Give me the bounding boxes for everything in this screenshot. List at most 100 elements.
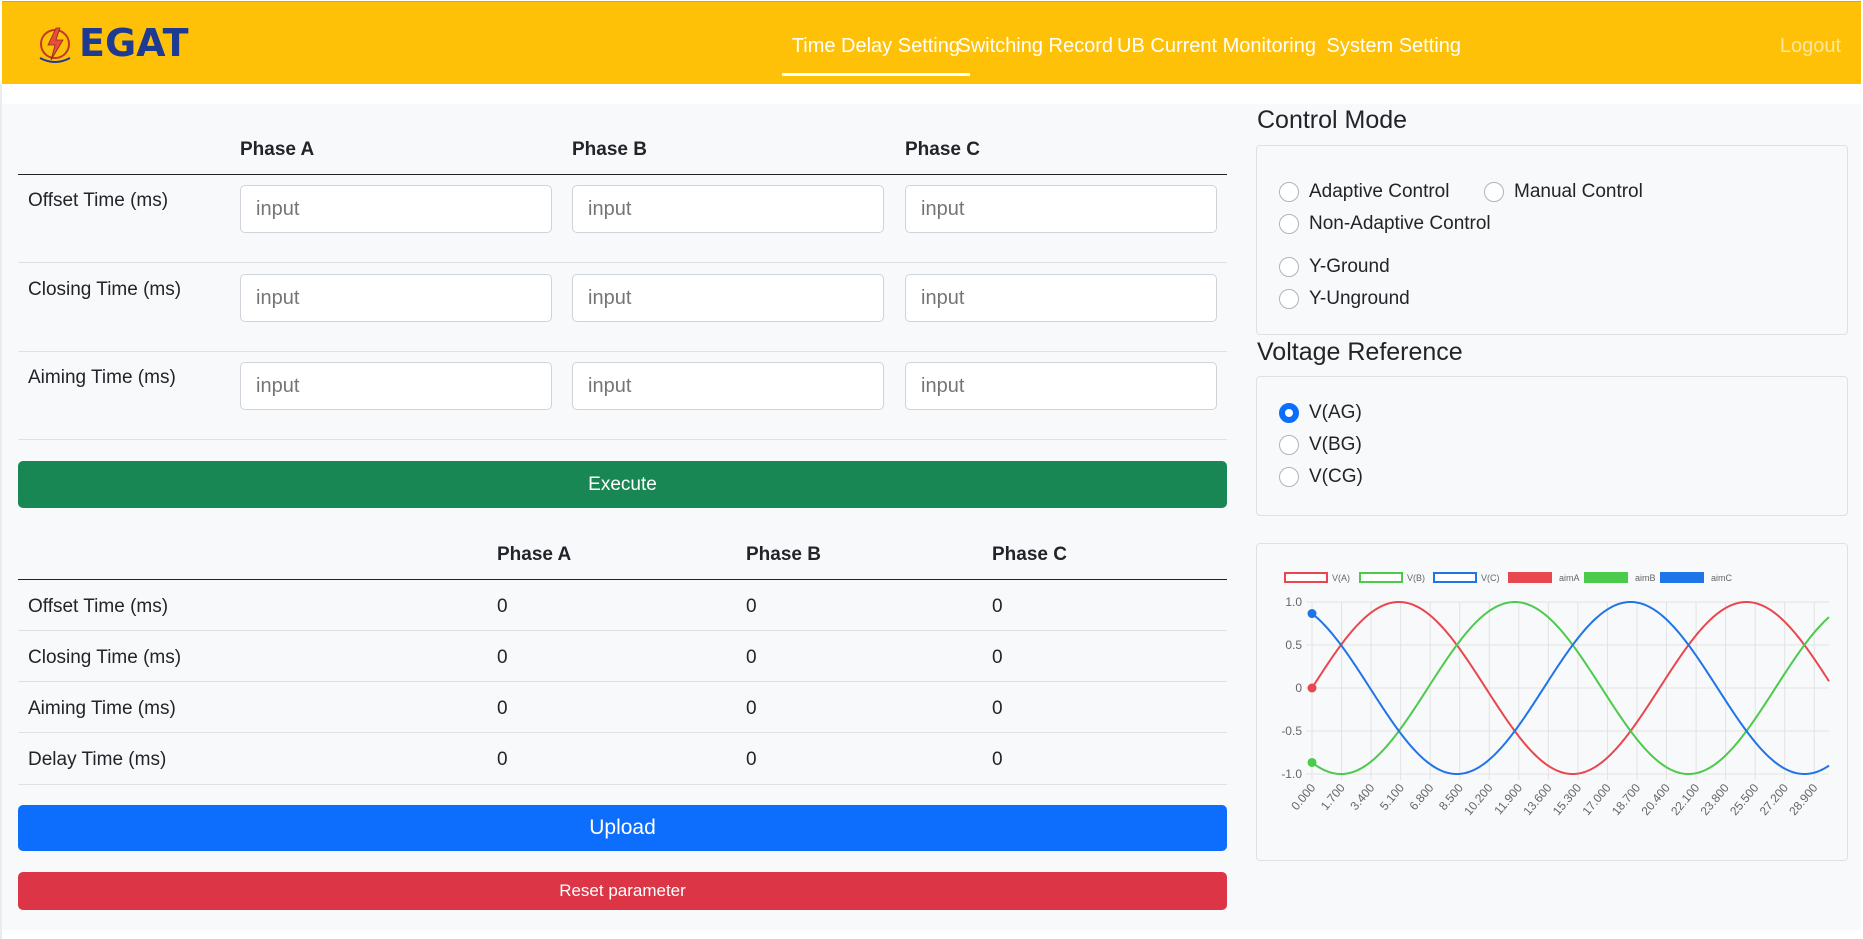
y-tick-label: 0 xyxy=(1295,681,1302,695)
results-header-phase-a: Phase A xyxy=(497,544,572,565)
aiming-time-phase-a-input[interactable] xyxy=(240,362,552,410)
y-tick-label: 0.5 xyxy=(1285,638,1302,652)
radio-circle-icon[interactable] xyxy=(1279,214,1299,234)
aim-point-aimc xyxy=(1307,609,1317,619)
row-divider xyxy=(18,630,1227,631)
legend-label: aimB xyxy=(1635,573,1656,583)
v-cg-radio[interactable]: V(CG) xyxy=(1279,466,1363,488)
voltage-reference-title: Voltage Reference xyxy=(1257,338,1463,366)
radio-label: Adaptive Control xyxy=(1309,181,1450,202)
x-tick-label: 15.300 xyxy=(1550,781,1585,818)
closing-time-phase-c-value: 0 xyxy=(992,647,1003,668)
x-tick-label: 0.000 xyxy=(1288,781,1318,813)
results-row-label: Aiming Time (ms) xyxy=(28,698,176,719)
nav-logout[interactable]: Logout xyxy=(1780,35,1841,58)
radio-circle-icon[interactable] xyxy=(1279,289,1299,309)
radio-circle-icon[interactable] xyxy=(1279,435,1299,455)
offset-time-phase-b-input[interactable] xyxy=(572,185,884,233)
settings-header-phase-b: Phase B xyxy=(572,139,647,160)
upload-button[interactable]: Upload xyxy=(18,805,1227,851)
y-unground-radio[interactable]: Y-Unground xyxy=(1279,288,1410,310)
results-row-label: Offset Time (ms) xyxy=(28,596,169,617)
aiming-time-phase-b-value: 0 xyxy=(746,698,757,719)
legend-label: V(A) xyxy=(1332,573,1350,583)
settings-row-label: Closing Time (ms) xyxy=(28,279,182,300)
row-divider xyxy=(18,439,1227,440)
row-divider xyxy=(18,681,1227,682)
delay-time-phase-b-value: 0 xyxy=(746,749,757,770)
offset-time-phase-c-input[interactable] xyxy=(905,185,1217,233)
radio-label: V(AG) xyxy=(1309,402,1362,423)
x-tick-label: 6.800 xyxy=(1406,781,1436,813)
row-divider xyxy=(18,732,1227,733)
x-tick-label: 3.400 xyxy=(1347,781,1377,813)
nav-system-setting[interactable]: System Setting xyxy=(1326,35,1461,58)
y-tick-label: -0.5 xyxy=(1281,724,1302,738)
voltage-reference-card: V(AG) V(BG) V(CG) xyxy=(1256,376,1848,516)
row-divider xyxy=(18,784,1227,785)
x-tick-label: 18.700 xyxy=(1609,781,1644,818)
x-tick-label: 20.400 xyxy=(1638,781,1673,818)
aiming-time-phase-b-input[interactable] xyxy=(572,362,884,410)
waveform-chart: 1.0 0.5 0 -0.5 -1.00.000 1.700 3.400 5.100 6.800… xyxy=(1281,572,1830,818)
manual-control-radio[interactable]: Manual Control xyxy=(1484,181,1643,203)
reset-parameter-button[interactable]: Reset parameter xyxy=(18,872,1227,910)
nav-switching-record[interactable]: Switching Record xyxy=(957,35,1113,58)
legend-label: aimC xyxy=(1711,573,1733,583)
y-tick-label: -1.0 xyxy=(1281,767,1302,781)
results-header-phase-c: Phase C xyxy=(992,544,1067,565)
radio-circle-icon[interactable] xyxy=(1279,182,1299,202)
nav-time-delay-setting[interactable]: Time Delay Setting xyxy=(781,35,971,76)
delay-time-phase-c-value: 0 xyxy=(992,749,1003,770)
radio-circle-icon[interactable] xyxy=(1279,467,1299,487)
v-bg-radio[interactable]: V(BG) xyxy=(1279,434,1362,456)
offset-time-phase-a-value: 0 xyxy=(497,596,508,617)
execute-button[interactable]: Execute xyxy=(18,461,1227,508)
control-mode-title: Control Mode xyxy=(1257,106,1408,134)
settings-header-phase-c: Phase C xyxy=(905,139,980,160)
radio-label: Y-Unground xyxy=(1309,288,1410,309)
legend-swatch xyxy=(1433,572,1477,583)
row-divider xyxy=(18,262,1227,263)
x-tick-label: 13.600 xyxy=(1520,781,1555,818)
legend-label: V(C) xyxy=(1481,573,1500,583)
brand[interactable]: EGAT xyxy=(32,20,189,66)
results-row-label: Delay Time (ms) xyxy=(28,749,167,770)
x-tick-label: 5.100 xyxy=(1377,781,1407,813)
delay-time-phase-a-value: 0 xyxy=(497,749,508,770)
closing-time-phase-b-value: 0 xyxy=(746,647,757,668)
closing-time-phase-c-input[interactable] xyxy=(905,274,1217,322)
brand-name: EGAT xyxy=(79,21,189,65)
settings-header-phase-a: Phase A xyxy=(240,139,315,160)
settings-row-label: Aiming Time (ms) xyxy=(28,367,176,388)
closing-time-phase-b-input[interactable] xyxy=(572,274,884,322)
egat-logo-icon xyxy=(39,27,71,63)
radio-checked-icon[interactable] xyxy=(1279,403,1299,423)
y-ground-radio[interactable]: Y-Ground xyxy=(1279,256,1390,278)
row-divider xyxy=(18,351,1227,352)
nav-ub-current-monitoring[interactable]: UB Current Monitoring xyxy=(1117,35,1316,58)
non-adaptive-control-radio[interactable]: Non-Adaptive Control xyxy=(1279,213,1491,235)
legend-swatch xyxy=(1660,572,1704,583)
results-header-phase-b: Phase B xyxy=(746,544,821,565)
settings-header-divider xyxy=(18,174,1227,175)
radio-circle-icon[interactable] xyxy=(1279,257,1299,277)
closing-time-phase-a-input[interactable] xyxy=(240,274,552,322)
radio-circle-icon[interactable] xyxy=(1484,182,1504,202)
aiming-time-phase-c-input[interactable] xyxy=(905,362,1217,410)
legend-swatch xyxy=(1284,572,1328,583)
offset-time-phase-c-value: 0 xyxy=(992,596,1003,617)
x-tick-label: 28.900 xyxy=(1786,781,1821,818)
x-tick-label: 27.200 xyxy=(1757,781,1792,818)
radio-label: Manual Control xyxy=(1514,181,1643,202)
legend-label: V(B) xyxy=(1407,573,1425,583)
top-navbar: EGAT Time Delay Setting Switching Record… xyxy=(2,1,1861,84)
adaptive-control-radio[interactable]: Adaptive Control xyxy=(1279,181,1449,203)
offset-time-phase-a-input[interactable] xyxy=(240,185,552,233)
aiming-time-phase-a-value: 0 xyxy=(497,698,508,719)
y-tick-label: 1.0 xyxy=(1285,595,1302,609)
x-tick-label: 1.700 xyxy=(1318,781,1348,813)
x-tick-label: 10.200 xyxy=(1461,781,1496,818)
v-ag-radio[interactable]: V(AG) xyxy=(1279,402,1362,424)
aiming-time-phase-c-value: 0 xyxy=(992,698,1003,719)
